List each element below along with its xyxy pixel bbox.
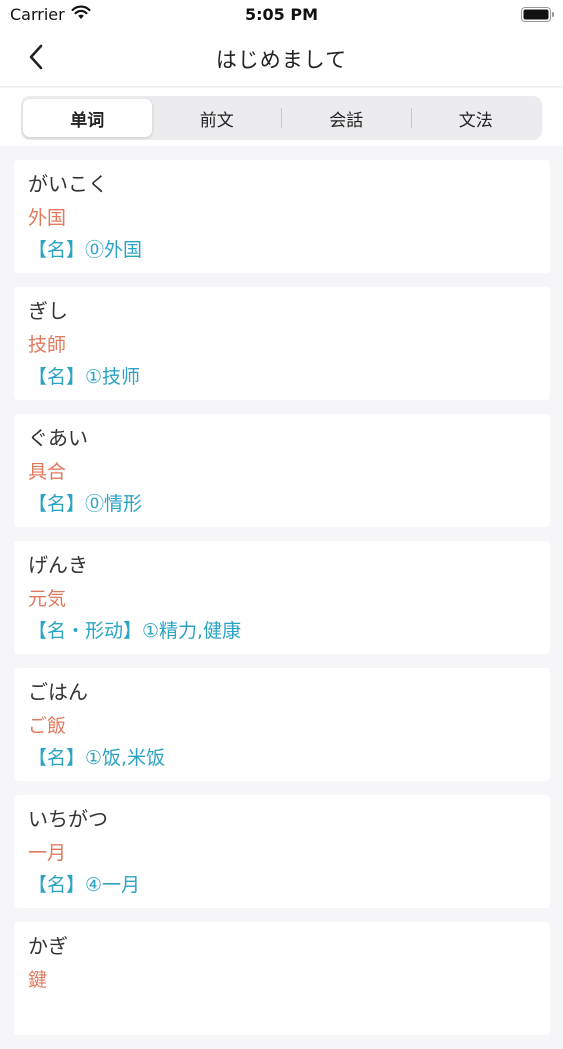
word-kana: いちがつ xyxy=(28,807,108,831)
word-kanji: ご飯 xyxy=(28,715,67,737)
word-kanji: 元気 xyxy=(28,588,67,610)
word-kanji: 外国 xyxy=(28,207,67,229)
tab-grammar[interactable]: 文法 xyxy=(412,99,541,137)
segmented-control: 单词 前文 会話 文法 xyxy=(21,96,542,140)
word-kana: ぐあい xyxy=(28,426,88,450)
tab-conversation[interactable]: 会話 xyxy=(282,99,411,137)
word-card[interactable]: げんき 元気 【名・形动】①精力,健康 xyxy=(14,541,550,654)
status-time: 5:05 PM xyxy=(244,5,318,24)
word-kana: ごはん xyxy=(28,680,88,704)
word-kanji: 鍵 xyxy=(28,969,48,991)
word-meaning: 【名】①技师 xyxy=(28,366,141,388)
page-title: はじめまして xyxy=(215,48,348,72)
tab-bar-container: 单词 前文 会話 文法 xyxy=(0,88,563,146)
word-kana: げんき xyxy=(28,553,88,577)
word-meaning: 【名】⓪外国 xyxy=(28,239,143,261)
word-meaning: 【名・形动】①精力,健康 xyxy=(28,620,242,642)
word-card[interactable]: いちがつ 一月 【名】④一月 xyxy=(14,795,550,908)
word-list: がいこく 外国 【名】⓪外国 ぎし 技師 【名】①技师 ぐあい 具合 【名】⓪情… xyxy=(14,160,550,1049)
word-meaning: 【名】⓪情形 xyxy=(28,493,143,515)
word-card[interactable]: がいこく 外国 【名】⓪外国 xyxy=(14,160,550,273)
word-card[interactable]: ぎし 技師 【名】①技师 xyxy=(14,287,550,400)
tab-words[interactable]: 单词 xyxy=(23,99,152,137)
word-kanji: 一月 xyxy=(28,842,67,864)
word-kanji: 技師 xyxy=(28,334,67,356)
battery-icon xyxy=(521,7,555,22)
word-kana: ぎし xyxy=(28,299,68,323)
word-meaning xyxy=(28,996,536,1028)
word-card[interactable]: かぎ 鍵 xyxy=(14,922,550,1035)
word-card[interactable]: ごはん ご飯 【名】①饭,米饭 xyxy=(14,668,550,781)
word-meaning: 【名】④一月 xyxy=(28,874,141,896)
tab-text[interactable]: 前文 xyxy=(153,99,282,137)
word-kanji: 具合 xyxy=(28,461,67,483)
nav-bar: はじめまして xyxy=(0,30,563,87)
word-meaning: 【名】①饭,米饭 xyxy=(28,747,166,769)
word-card[interactable]: ぐあい 具合 【名】⓪情形 xyxy=(14,414,550,527)
word-kana: かぎ xyxy=(28,934,68,958)
word-kana: がいこく xyxy=(28,172,108,196)
status-bar: Carrier 5:05 PM xyxy=(0,0,563,30)
